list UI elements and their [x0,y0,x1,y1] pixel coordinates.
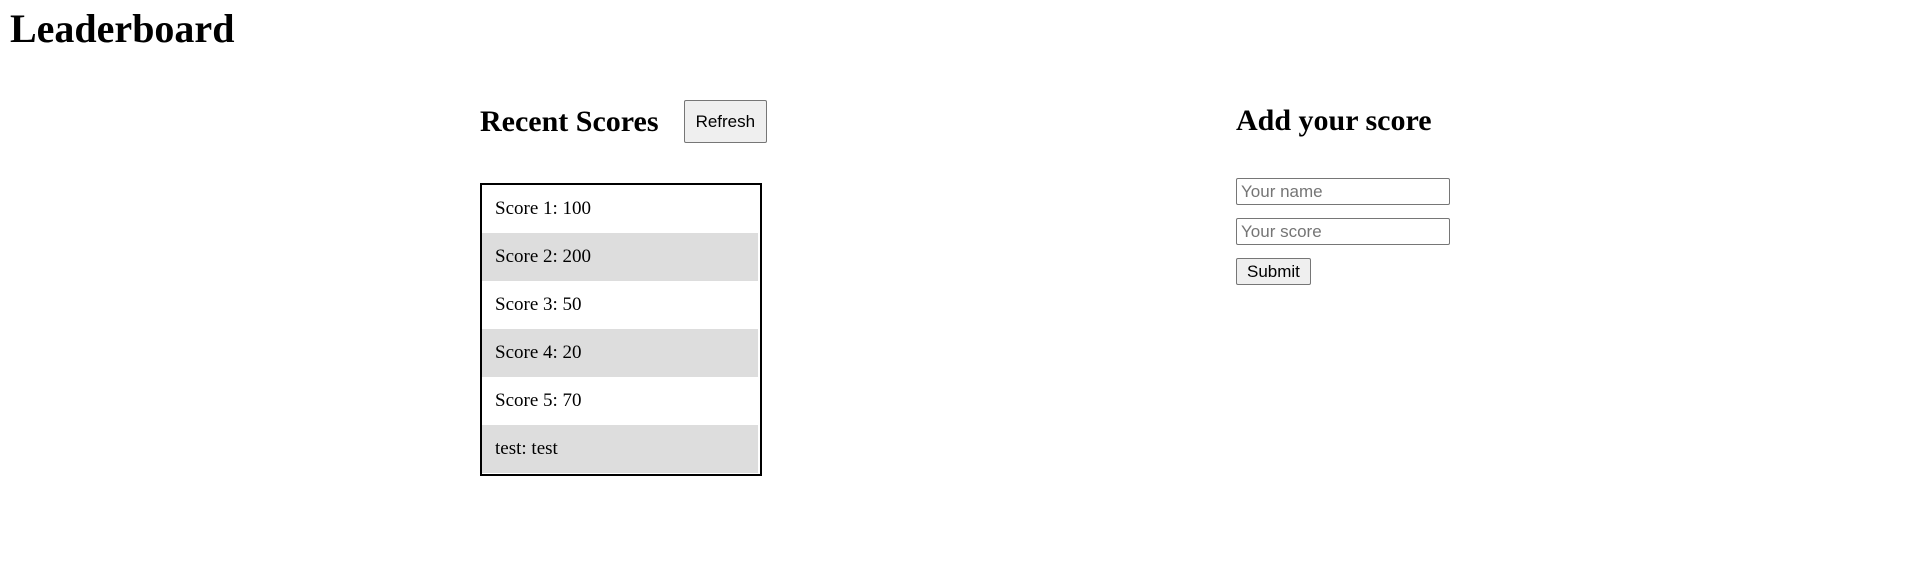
leaderboard-page: Leaderboard Recent Scores Refresh Score … [0,0,1920,582]
add-score-title: Add your score [1236,104,1432,137]
add-score-form: Submit [1236,178,1536,285]
refresh-button[interactable]: Refresh [683,100,768,143]
score-list-item: Score 3: 50 [482,281,758,329]
score-list: Score 1: 100 Score 2: 200 Score 3: 50 Sc… [480,183,762,476]
name-input[interactable] [1236,178,1450,205]
score-list-item: Score 4: 20 [482,329,758,377]
score-list-item: Score 5: 70 [482,377,758,425]
score-input[interactable] [1236,218,1450,245]
add-score-panel: Add your score Submit [1236,100,1536,285]
score-list-item: Score 1: 100 [482,185,758,233]
score-list-item: Score 2: 200 [482,233,758,281]
recent-scores-panel: Recent Scores Refresh Score 1: 100 Score… [480,100,780,476]
submit-button[interactable]: Submit [1236,258,1311,285]
recent-scores-header: Recent Scores Refresh [480,100,780,143]
page-title: Leaderboard [10,6,235,51]
score-list-item: test: test [482,425,758,473]
recent-scores-title: Recent Scores [480,104,659,138]
